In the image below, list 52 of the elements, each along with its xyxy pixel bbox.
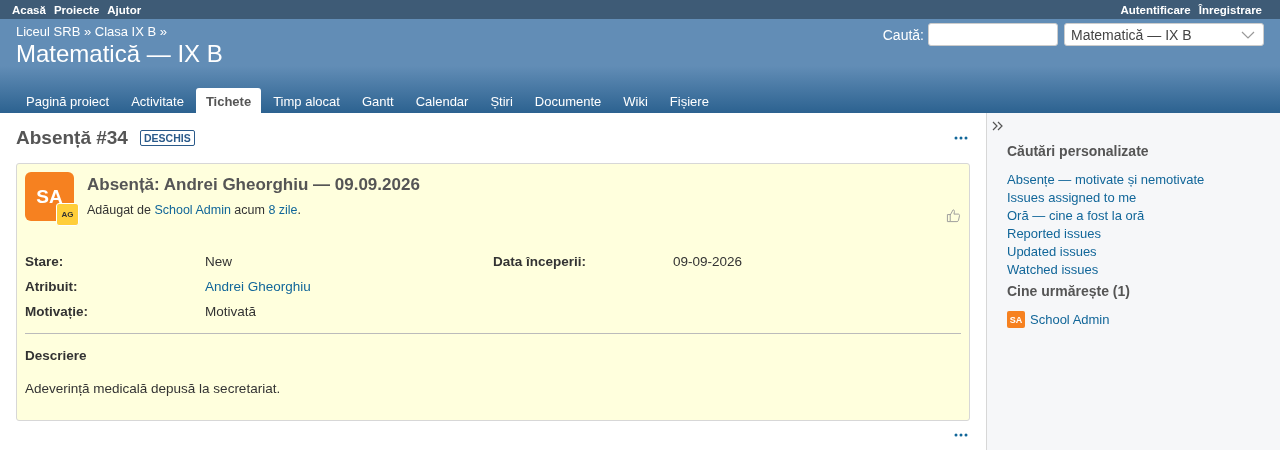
author-line: Adăugat de School Admin acum 8 zile. (87, 203, 303, 217)
attribute-label: Stare: (25, 254, 65, 269)
nav-tab[interactable]: Timp alocat (263, 88, 350, 113)
sidebar-heading: Căutări personalizate (1007, 143, 1150, 159)
saved-query-link[interactable]: Watched issues (1007, 261, 1260, 279)
top-menu-link[interactable]: Acasă (12, 3, 46, 16)
description-text: Adeverință medicală depusă la secretariat. (25, 381, 282, 396)
saved-query-link[interactable]: Updated issues (1007, 243, 1260, 261)
nav-tab[interactable]: Fișiere (659, 88, 719, 113)
top-menu-link[interactable]: Ajutor (107, 3, 142, 16)
more-icon[interactable] (954, 433, 968, 437)
watcher-link[interactable]: School Admin (1030, 312, 1110, 327)
saved-query-link[interactable]: Oră — cine a fost la oră (1007, 207, 1260, 225)
attribute-value: Motivată (205, 304, 257, 319)
sidebar-heading: Cine urmărește (1) (1007, 283, 1131, 299)
status-badge: DESCHIS (139, 130, 195, 146)
attribute-value: New (205, 254, 232, 269)
age-link[interactable]: 8 zile (268, 203, 298, 217)
issue-heading: Absență #34 (16, 127, 128, 149)
watcher-avatar: SA (1007, 311, 1025, 328)
saved-query-link[interactable]: Absențe — motivate și nemotivate (1007, 171, 1260, 189)
project-title: Matematică — IX B (16, 39, 223, 69)
attribute-label: Atribuit: (25, 279, 79, 294)
chevron-down-icon (1241, 30, 1255, 39)
top-menu-link[interactable]: Proiecte (53, 3, 100, 16)
attribute-value: 09-09-2026 (673, 254, 743, 269)
assignee-avatar: AG (56, 203, 79, 226)
search-label: Caută: (882, 26, 924, 43)
thumbs-up-icon[interactable] (946, 208, 961, 223)
saved-query-link[interactable]: Issues assigned to me (1007, 189, 1260, 207)
nav-tab[interactable]: Tichete (195, 88, 262, 113)
attribute-link[interactable]: Andrei Gheorghiu (205, 279, 311, 294)
more-icon[interactable] (954, 136, 968, 140)
nav-tab[interactable]: Pagină proiect (16, 88, 120, 113)
nav-tab[interactable]: Wiki (613, 88, 658, 113)
nav-tab[interactable]: Activitate (121, 88, 194, 113)
breadcrumb[interactable]: Liceul SRB » Clasa IX B » (16, 24, 223, 39)
project-select[interactable]: Matematică — IX B (1064, 23, 1264, 46)
description-title: Descriere (25, 348, 88, 363)
attribute-label: Motivație: (25, 304, 89, 319)
attribute-label: Data începerii: (493, 254, 588, 269)
account-link[interactable]: Autentificare (1120, 3, 1191, 16)
nav-tab[interactable]: Știri (480, 88, 523, 113)
search-field[interactable] (928, 23, 1058, 46)
nav-tab[interactable]: Calendar (405, 88, 479, 113)
author-link[interactable]: School Admin (154, 203, 231, 217)
nav-tab[interactable]: Documente (524, 88, 612, 113)
saved-query-link[interactable]: Reported issues (1007, 225, 1260, 243)
nav-tab[interactable]: Gantt (351, 88, 404, 113)
collapse-sidebar-icon[interactable] (992, 121, 1004, 131)
issue-subject: Absență: Andrei Gheorghiu — 09.09.2026 (87, 175, 421, 195)
account-link[interactable]: Înregistrare (1198, 3, 1262, 16)
